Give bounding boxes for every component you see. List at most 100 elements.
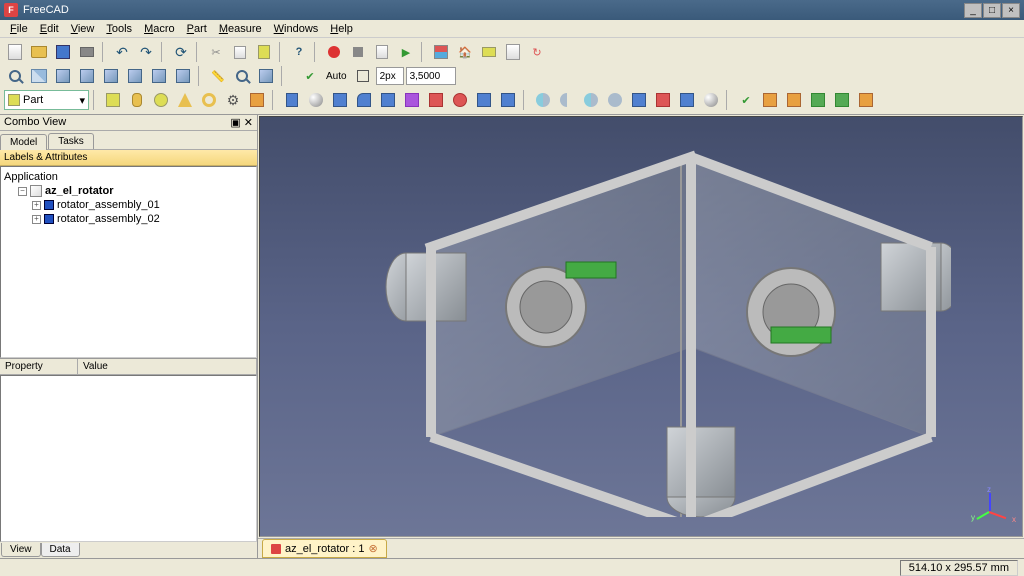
macros-button[interactable] bbox=[371, 41, 393, 63]
tree-item-2[interactable]: + rotator_assembly_02 bbox=[4, 212, 253, 226]
menu-view[interactable]: View bbox=[65, 22, 101, 36]
tree-document[interactable]: − az_el_rotator bbox=[4, 184, 253, 198]
part-cylinder-button[interactable] bbox=[126, 89, 148, 111]
close-button[interactable]: × bbox=[1002, 3, 1020, 18]
new-file-button[interactable] bbox=[4, 41, 26, 63]
whatsthis-button[interactable]: ? bbox=[288, 41, 310, 63]
part-torus-button[interactable] bbox=[198, 89, 220, 111]
part-offset-button[interactable] bbox=[473, 89, 495, 111]
part-ruled-button[interactable] bbox=[401, 89, 423, 111]
nav-checkbox[interactable]: ✔ bbox=[299, 65, 321, 87]
menu-part[interactable]: Part bbox=[181, 22, 213, 36]
expander-icon[interactable]: − bbox=[18, 187, 27, 196]
part-fuse-button[interactable] bbox=[580, 89, 602, 111]
document-tab[interactable]: az_el_rotator : 1 ⊗ bbox=[262, 539, 387, 558]
bottom-view-button[interactable] bbox=[148, 65, 170, 87]
prop-header-property[interactable]: Property bbox=[0, 359, 78, 374]
part-chamfer-button[interactable] bbox=[377, 89, 399, 111]
part-thickness-button[interactable] bbox=[497, 89, 519, 111]
right-view-button[interactable] bbox=[100, 65, 122, 87]
model-tree[interactable]: Application − az_el_rotator + rotator_as… bbox=[0, 166, 257, 358]
part-ext2-button[interactable] bbox=[652, 89, 674, 111]
record-macro-button[interactable] bbox=[323, 41, 345, 63]
px-input[interactable] bbox=[376, 67, 404, 85]
part-builder-button[interactable] bbox=[246, 89, 268, 111]
cut-button[interactable]: ✂ bbox=[205, 41, 227, 63]
part-fillet-button[interactable] bbox=[353, 89, 375, 111]
part-sweep-button[interactable] bbox=[449, 89, 471, 111]
img1-button[interactable] bbox=[430, 41, 452, 63]
drawstyle-button[interactable] bbox=[255, 65, 277, 87]
rear-view-button[interactable] bbox=[124, 65, 146, 87]
stop-macro-button[interactable] bbox=[347, 41, 369, 63]
part-boolean-button[interactable] bbox=[532, 89, 554, 111]
part-cut-button[interactable] bbox=[556, 89, 578, 111]
part-loft-button[interactable] bbox=[425, 89, 447, 111]
doc-tab-close-button[interactable]: ⊗ bbox=[369, 542, 378, 555]
view-area: z x y az_el_rotator : 1 ⊗ bbox=[258, 115, 1024, 558]
expander-icon[interactable]: + bbox=[32, 215, 41, 224]
top-view-button[interactable] bbox=[76, 65, 98, 87]
print-button[interactable] bbox=[76, 41, 98, 63]
menu-edit[interactable]: Edit bbox=[34, 22, 65, 36]
zoom-button[interactable] bbox=[231, 65, 253, 87]
part-section-button[interactable] bbox=[676, 89, 698, 111]
minimize-button[interactable]: _ bbox=[964, 3, 982, 18]
undo-button[interactable]: ↶ bbox=[111, 41, 133, 63]
panel-dock-icon[interactable]: ▣ ✕ bbox=[230, 116, 253, 129]
part-ext1-button[interactable] bbox=[628, 89, 650, 111]
part-sphere-button[interactable] bbox=[150, 89, 172, 111]
menu-windows[interactable]: Windows bbox=[268, 22, 325, 36]
fit-all-button[interactable] bbox=[4, 65, 26, 87]
redo-button[interactable]: ↷ bbox=[135, 41, 157, 63]
value-input[interactable] bbox=[406, 67, 456, 85]
part-box-button[interactable] bbox=[102, 89, 124, 111]
mx3-button[interactable] bbox=[807, 89, 829, 111]
part-cone-button[interactable] bbox=[174, 89, 196, 111]
menu-measure[interactable]: Measure bbox=[213, 22, 268, 36]
axonometric-button[interactable] bbox=[28, 65, 50, 87]
mx4-button[interactable] bbox=[831, 89, 853, 111]
tree-root[interactable]: Application bbox=[4, 170, 253, 184]
check-geom-button[interactable]: ✔ bbox=[735, 89, 757, 111]
menu-macro[interactable]: Macro bbox=[138, 22, 181, 36]
part-cross-button[interactable] bbox=[700, 89, 722, 111]
run-macro-button[interactable]: ▶ bbox=[395, 41, 417, 63]
mx2-button[interactable] bbox=[783, 89, 805, 111]
workbench-selector[interactable]: Part ▾ bbox=[4, 90, 89, 110]
menu-tools[interactable]: Tools bbox=[100, 22, 138, 36]
mx1-button[interactable] bbox=[759, 89, 781, 111]
measure-button[interactable]: 📏 bbox=[207, 65, 229, 87]
img5-button[interactable]: ↻ bbox=[526, 41, 548, 63]
tab-model[interactable]: Model bbox=[0, 134, 47, 150]
maximize-button[interactable]: □ bbox=[983, 3, 1001, 18]
tree-item-1[interactable]: + rotator_assembly_01 bbox=[4, 198, 253, 212]
part-revolve-button[interactable] bbox=[305, 89, 327, 111]
prop-header-value[interactable]: Value bbox=[78, 359, 257, 374]
part-primitives-button[interactable]: ⚙ bbox=[222, 89, 244, 111]
img4-button[interactable] bbox=[502, 41, 524, 63]
mx5-button[interactable] bbox=[855, 89, 877, 111]
left-view-button[interactable] bbox=[172, 65, 194, 87]
part-mirror-button[interactable] bbox=[329, 89, 351, 111]
front-view-button[interactable] bbox=[52, 65, 74, 87]
3d-viewport[interactable]: z x y bbox=[259, 116, 1023, 537]
img2-button[interactable]: 🏠 bbox=[454, 41, 476, 63]
open-file-button[interactable] bbox=[28, 41, 50, 63]
menu-help[interactable]: Help bbox=[324, 22, 359, 36]
toolbars: ↶ ↷ ⟳ ✂ ? ▶ 🏠 ↻ 📏 ✔ Auto bbox=[0, 38, 1024, 115]
copy-button[interactable] bbox=[229, 41, 251, 63]
refresh-button[interactable]: ⟳ bbox=[170, 41, 192, 63]
property-list[interactable] bbox=[0, 375, 257, 542]
tab-data[interactable]: Data bbox=[41, 543, 80, 557]
part-extrude-button[interactable] bbox=[281, 89, 303, 111]
part-common-button[interactable] bbox=[604, 89, 626, 111]
px-square-button[interactable] bbox=[352, 65, 374, 87]
menu-file[interactable]: File bbox=[4, 22, 34, 36]
paste-button[interactable] bbox=[253, 41, 275, 63]
tab-tasks[interactable]: Tasks bbox=[48, 133, 94, 149]
img3-button[interactable] bbox=[478, 41, 500, 63]
expander-icon[interactable]: + bbox=[32, 201, 41, 210]
tab-view[interactable]: View bbox=[1, 543, 41, 557]
save-file-button[interactable] bbox=[52, 41, 74, 63]
